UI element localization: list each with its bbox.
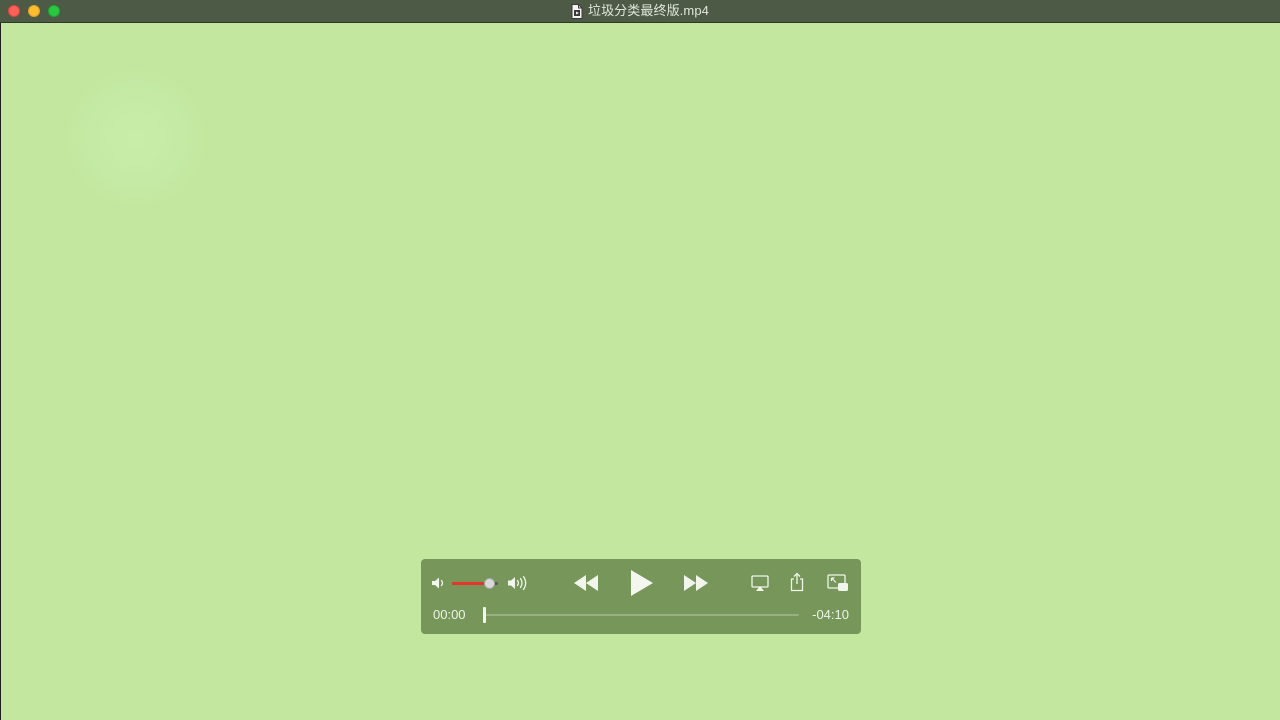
zoom-window-button[interactable]: [48, 5, 60, 17]
speaker-low-icon[interactable]: [431, 575, 447, 591]
close-window-button[interactable]: [8, 5, 20, 17]
document-icon: [571, 3, 583, 19]
volume-slider-knob[interactable]: [484, 578, 496, 589]
airplay-icon[interactable]: [751, 574, 769, 592]
video-frame[interactable]: 00:00 -04:10: [1, 23, 1280, 720]
minimize-window-button[interactable]: [28, 5, 40, 17]
window-title: 垃圾分类最终版.mp4: [587, 3, 709, 18]
play-icon[interactable]: [629, 569, 655, 597]
speaker-high-icon[interactable]: [507, 574, 531, 592]
picture-in-picture-icon[interactable]: [827, 573, 849, 593]
window-title-group: 垃圾分类最终版.mp4: [0, 0, 1280, 22]
rewind-icon[interactable]: [572, 573, 600, 593]
video-player-window: 垃圾分类最终版.mp4 00:00 -04:10: [0, 0, 1280, 720]
elapsed-time: 00:00: [433, 607, 466, 622]
playback-scrubber-track[interactable]: [483, 614, 799, 616]
playback-scrubber-head[interactable]: [483, 607, 486, 623]
title-bar[interactable]: 垃圾分类最终版.mp4: [0, 0, 1280, 23]
video-glow-spot: [66, 68, 206, 208]
playback-controls: 00:00 -04:10: [421, 559, 861, 634]
remaining-time: -04:10: [812, 607, 849, 622]
fast-forward-icon[interactable]: [682, 573, 710, 593]
share-icon[interactable]: [789, 572, 805, 592]
